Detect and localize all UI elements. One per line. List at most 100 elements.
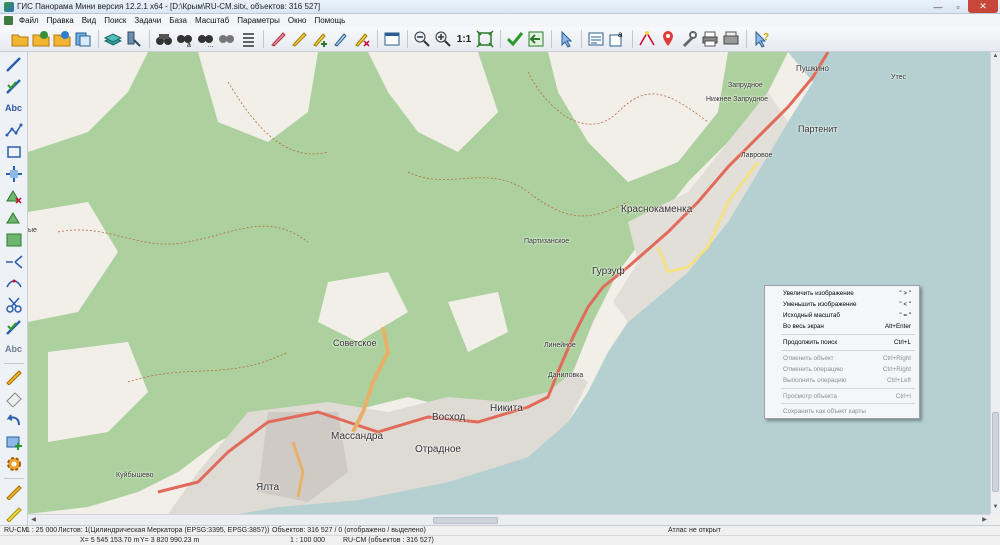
maximize-button[interactable]: ▫ xyxy=(948,0,968,13)
undo-icon[interactable] xyxy=(3,410,25,430)
text-tool-button[interactable]: Abc xyxy=(3,98,25,118)
cut-icon[interactable] xyxy=(3,295,25,315)
edit-point-icon[interactable] xyxy=(331,29,351,49)
scroll-left-icon[interactable]: ◀ xyxy=(29,516,38,525)
menu-help[interactable]: Помощь xyxy=(310,16,349,25)
tool-icon[interactable] xyxy=(679,29,699,49)
vertical-scrollbar[interactable]: ▲ ▼ xyxy=(990,52,1000,514)
zoom-out-icon[interactable] xyxy=(412,29,432,49)
minimize-button[interactable]: — xyxy=(928,0,948,13)
pencil-orange-icon[interactable] xyxy=(3,481,25,501)
select-icon[interactable] xyxy=(556,29,576,49)
database-icon[interactable] xyxy=(103,29,123,49)
merge-icon[interactable] xyxy=(3,317,25,337)
menu-full-screen[interactable]: Во весь экран Alt+Enter xyxy=(765,321,919,332)
back-icon[interactable] xyxy=(526,29,546,49)
menu-cancel-object[interactable]: Отменить объект Ctrl+Right xyxy=(765,353,919,364)
add-point-icon[interactable] xyxy=(310,29,330,49)
print-icon[interactable] xyxy=(700,29,720,49)
help-icon[interactable]: ? xyxy=(751,29,771,49)
copy-object-icon[interactable] xyxy=(3,208,25,228)
status-projection: (Цилиндрическая Меркатора (EPSG:3395, EP… xyxy=(88,527,270,534)
open-folder-icon[interactable] xyxy=(10,29,30,49)
document-menu-icon[interactable] xyxy=(4,16,13,25)
pin-icon[interactable] xyxy=(658,29,678,49)
edit-text-button[interactable]: Abc xyxy=(3,339,25,359)
find-next-icon[interactable] xyxy=(217,29,237,49)
toolbar-separator xyxy=(98,30,99,48)
split-line-icon[interactable] xyxy=(3,252,25,272)
menu-file[interactable]: Файл xyxy=(15,16,43,25)
layers-icon[interactable] xyxy=(73,29,93,49)
find-more-icon[interactable]: … xyxy=(196,29,216,49)
menu-zoom-out[interactable]: Уменьшить изображение " < " xyxy=(765,299,919,310)
add-map-icon[interactable] xyxy=(52,29,72,49)
scroll-right-icon[interactable]: ▶ xyxy=(980,516,989,525)
move-icon[interactable] xyxy=(3,164,25,184)
place-label: Куйбышево xyxy=(116,472,154,479)
rectangle-icon[interactable] xyxy=(3,142,25,162)
menu-execute-operation[interactable]: Выполнить операцию Ctrl+Left xyxy=(765,375,919,386)
nodes-icon[interactable] xyxy=(3,274,25,294)
find-icon[interactable] xyxy=(124,29,144,49)
delete-object-icon[interactable] xyxy=(3,186,25,206)
menu-view[interactable]: Вид xyxy=(78,16,100,25)
menu-continue-search[interactable]: Продолжить поиск Ctrl+L xyxy=(765,337,919,348)
menu-search[interactable]: Поиск xyxy=(100,16,130,25)
binoculars-icon[interactable] xyxy=(154,29,174,49)
marker-icon[interactable] xyxy=(268,29,288,49)
add-image-icon[interactable] xyxy=(3,432,25,452)
object-info-icon[interactable]: a xyxy=(607,29,627,49)
place-label: Советское xyxy=(333,338,377,348)
original-scale-button[interactable]: 1:1 xyxy=(454,29,474,49)
menu-edit[interactable]: Правка xyxy=(43,16,78,25)
vertical-scroll-thumb[interactable] xyxy=(992,412,999,492)
menu-bar: Файл Правка Вид Поиск Задачи База Масшта… xyxy=(0,14,1000,27)
menu-zoom-in[interactable]: Увеличить изображение " > " xyxy=(765,288,919,299)
properties-icon[interactable] xyxy=(586,29,606,49)
fit-icon[interactable] xyxy=(475,29,495,49)
find-text-icon[interactable]: a xyxy=(175,29,195,49)
menu-separator xyxy=(781,334,915,335)
scroll-down-icon[interactable]: ▼ xyxy=(991,504,1000,513)
delete-point-icon[interactable] xyxy=(352,29,372,49)
place-label: Гурзуф xyxy=(592,266,625,277)
menu-shortcut: " < " xyxy=(899,301,911,308)
menu-save-as-map-object[interactable]: Сохранить как объект карты xyxy=(765,406,919,417)
list-icon[interactable] xyxy=(238,29,258,49)
title-bar: ГИС Панорама Мини версия 12.2.1 x64 - [D… xyxy=(0,0,1000,14)
window-icon[interactable] xyxy=(382,29,402,49)
scroll-up-icon[interactable]: ▲ xyxy=(991,53,1000,62)
close-button[interactable]: ✕ xyxy=(968,0,998,13)
menu-window[interactable]: Окно xyxy=(284,16,311,25)
route-icon[interactable] xyxy=(637,29,657,49)
toolbar-separator xyxy=(377,30,378,48)
pencil-icon[interactable] xyxy=(289,29,309,49)
zoom-in-icon[interactable] xyxy=(433,29,453,49)
menu-tasks[interactable]: Задачи xyxy=(130,16,165,25)
open-map-icon[interactable] xyxy=(31,29,51,49)
menu-view-object[interactable]: Просмотр объекта Ctrl+I xyxy=(765,391,919,402)
status-bar-main: RU-CM 1 : 25 000 Листов: 1 (Цилиндрическ… xyxy=(0,525,1000,535)
map-view[interactable]: Пушкино Утес Запрудное Нижнее Запрудное … xyxy=(28,52,990,514)
pen-icon[interactable] xyxy=(3,366,25,386)
printer-setup-icon[interactable] xyxy=(721,29,741,49)
eraser-icon[interactable] xyxy=(3,388,25,408)
horizontal-scroll-thumb[interactable] xyxy=(433,517,498,524)
menu-database[interactable]: База xyxy=(165,16,191,25)
polyline-icon[interactable] xyxy=(3,120,25,140)
menu-parameters[interactable]: Параметры xyxy=(233,16,284,25)
settings-gear-icon[interactable] xyxy=(3,454,25,474)
toolbar-separator xyxy=(581,30,582,48)
object-list-icon[interactable] xyxy=(3,230,25,250)
menu-original-scale[interactable]: Исходный масштаб " = " xyxy=(765,310,919,321)
draw-line-icon[interactable] xyxy=(3,54,25,74)
place-label: Лавровое xyxy=(741,152,773,159)
menu-scale[interactable]: Масштаб xyxy=(191,16,233,25)
pencil-yellow-icon[interactable] xyxy=(3,503,25,523)
place-label: Даниловка xyxy=(548,372,584,379)
edit-check-icon[interactable] xyxy=(3,76,25,96)
menu-cancel-operation[interactable]: Отменить операцию Ctrl+Right xyxy=(765,364,919,375)
horizontal-scrollbar[interactable]: ◀ ▶ xyxy=(28,514,990,525)
check-icon[interactable] xyxy=(505,29,525,49)
